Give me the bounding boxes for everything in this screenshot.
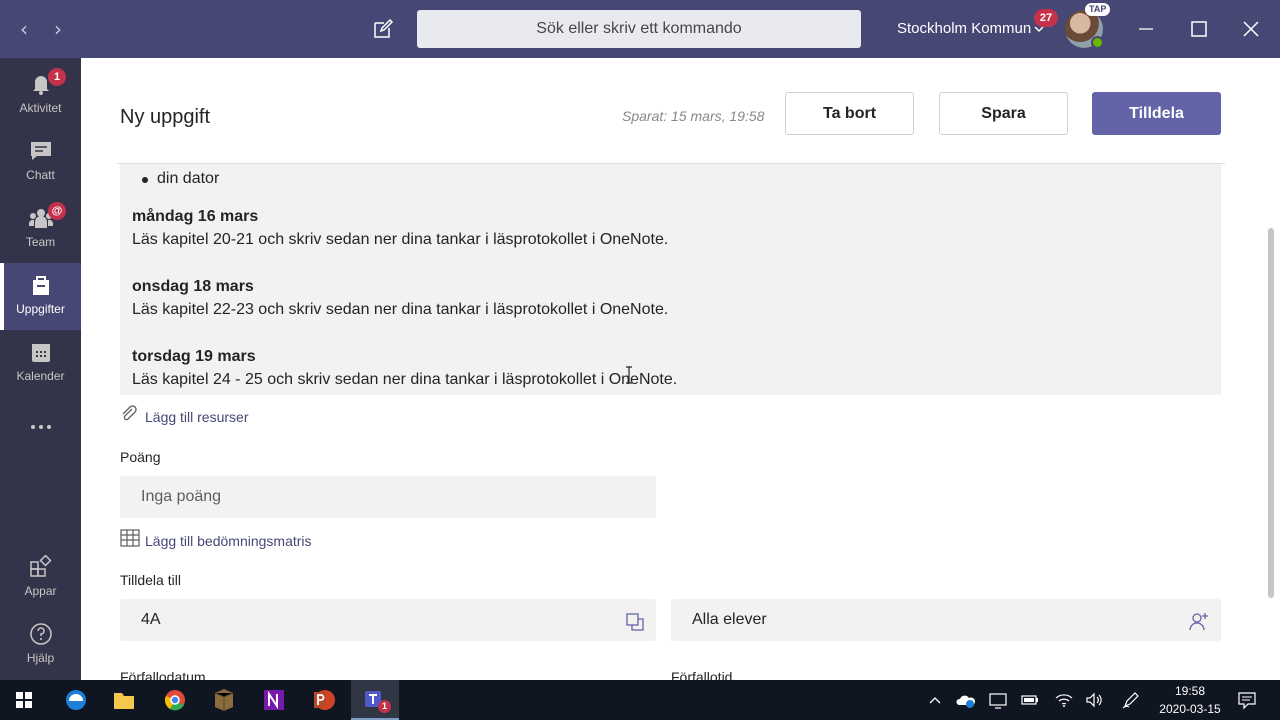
paperclip-icon xyxy=(122,405,137,421)
taskbar: 1 19:58 2020-03-15 xyxy=(0,680,1280,720)
page-title: Ny uppgift xyxy=(120,106,211,128)
main-content: Ny uppgift Sparat: 15 mars, 19:58 Ta bor… xyxy=(81,58,1280,680)
team-mention-badge: @ xyxy=(48,202,66,220)
apps-icon xyxy=(30,555,52,577)
assign-to-label: Tilldela till xyxy=(120,572,181,588)
text-cursor-icon xyxy=(626,366,632,384)
wifi-icon[interactable] xyxy=(1054,690,1074,710)
save-button[interactable]: Spara xyxy=(939,92,1068,135)
add-rubric-link[interactable]: Lägg till bedömningsmatris xyxy=(145,532,312,550)
title-bar: ‹ › Sök eller skriv ett kommando Stockho… xyxy=(0,0,1280,58)
app-rail: 1 Aktivitet Chatt @ Team Uppgifter Kalen… xyxy=(0,58,81,680)
rail-item-assignments[interactable]: Uppgifter xyxy=(0,263,81,330)
due-time-label: Förfallotid xyxy=(671,669,733,680)
chrome-icon[interactable] xyxy=(151,680,199,720)
new-chat-icon[interactable] xyxy=(372,18,394,40)
onenote-icon[interactable] xyxy=(250,680,298,720)
assign-button[interactable]: Tilldela xyxy=(1092,92,1221,135)
action-center-icon[interactable] xyxy=(1237,690,1257,710)
copy-icon[interactable] xyxy=(625,612,645,632)
activity-badge: 1 xyxy=(48,68,66,86)
pen-icon[interactable] xyxy=(1121,690,1141,710)
rail-item-calendar[interactable]: Kalender xyxy=(0,330,81,397)
day-text: Läs kapitel 20-21 och skriv sedan ner di… xyxy=(132,231,669,248)
rail-item-activity[interactable]: 1 Aktivitet xyxy=(0,62,81,129)
rail-item-team[interactable]: @ Team xyxy=(0,196,81,263)
day-text: Läs kapitel 24 - 25 och skriv sedan ner … xyxy=(132,371,678,388)
rail-item-help[interactable]: Hjälp xyxy=(0,612,81,679)
powerpoint-icon[interactable] xyxy=(300,680,348,720)
rail-item-chat[interactable]: Chatt xyxy=(0,129,81,196)
delete-button[interactable]: Ta bort xyxy=(785,92,914,135)
calendar-icon xyxy=(32,344,50,362)
rail-label: Uppgifter xyxy=(16,302,65,316)
search-input[interactable]: Sök eller skriv ett kommando xyxy=(417,10,861,48)
class-select[interactable]: 4A xyxy=(120,599,656,641)
students-select[interactable]: Alla elever xyxy=(671,599,1221,641)
volume-icon[interactable] xyxy=(1084,690,1104,710)
due-date-label: Förfallodatum xyxy=(120,669,206,680)
avatar-tag: TAP xyxy=(1085,3,1111,16)
teams-taskbar-button[interactable]: 1 xyxy=(351,680,399,720)
saved-status: Sparat: 15 mars, 19:58 xyxy=(622,108,765,124)
file-explorer-icon[interactable] xyxy=(100,680,148,720)
more-icon xyxy=(31,425,51,429)
points-input[interactable]: Inga poäng xyxy=(120,476,656,518)
add-resources-link[interactable]: Lägg till resurser xyxy=(145,408,249,426)
forward-arrow-icon[interactable]: › xyxy=(48,18,68,40)
assignments-icon xyxy=(33,276,49,295)
maximize-icon[interactable] xyxy=(1186,16,1212,42)
org-name[interactable]: Stockholm Kommun xyxy=(897,19,1031,39)
chevron-up-icon[interactable] xyxy=(925,690,945,710)
taskbar-time[interactable]: 19:58 xyxy=(1150,684,1230,699)
edge-icon[interactable] xyxy=(52,680,100,720)
minecraft-icon[interactable] xyxy=(200,680,248,720)
back-arrow-icon[interactable]: ‹ xyxy=(14,18,34,40)
grid-icon xyxy=(120,529,140,547)
day-title: torsdag 19 mars xyxy=(132,348,256,365)
add-person-icon[interactable] xyxy=(1189,611,1209,631)
rail-label: Aktivitet xyxy=(19,101,62,115)
windows-start-icon[interactable] xyxy=(0,680,48,720)
rail-label: Hjälp xyxy=(26,651,55,665)
instructions-bullet: din dator xyxy=(141,170,220,187)
day-text: Läs kapitel 22-23 och skriv sedan ner di… xyxy=(132,301,669,318)
onedrive-icon[interactable] xyxy=(956,690,976,710)
help-icon xyxy=(30,623,52,645)
day-title: onsdag 18 mars xyxy=(132,278,254,295)
chat-icon xyxy=(31,142,51,160)
org-notification-badge: 27 xyxy=(1034,9,1058,27)
close-icon[interactable] xyxy=(1238,16,1264,42)
presence-available-icon xyxy=(1091,36,1104,49)
points-label: Poäng xyxy=(120,449,161,465)
display-icon[interactable] xyxy=(988,690,1008,710)
instructions-editor[interactable]: din dator måndag 16 mars Läs kapitel 20-… xyxy=(120,164,1221,395)
scrollbar[interactable] xyxy=(1268,228,1274,598)
rail-item-apps[interactable]: Appar xyxy=(0,545,81,612)
teams-taskbar-badge: 1 xyxy=(378,700,391,713)
minimize-icon[interactable] xyxy=(1133,16,1159,42)
teams-icon xyxy=(365,691,381,707)
rail-label: Kalender xyxy=(16,369,65,383)
rail-label: Appar xyxy=(24,584,57,598)
taskbar-date[interactable]: 2020-03-15 xyxy=(1150,702,1230,717)
battery-icon[interactable] xyxy=(1020,690,1040,710)
rail-label: Team xyxy=(25,235,56,249)
day-title: måndag 16 mars xyxy=(132,208,259,225)
rail-label: Chatt xyxy=(26,168,55,182)
rail-item-more[interactable] xyxy=(0,397,81,464)
